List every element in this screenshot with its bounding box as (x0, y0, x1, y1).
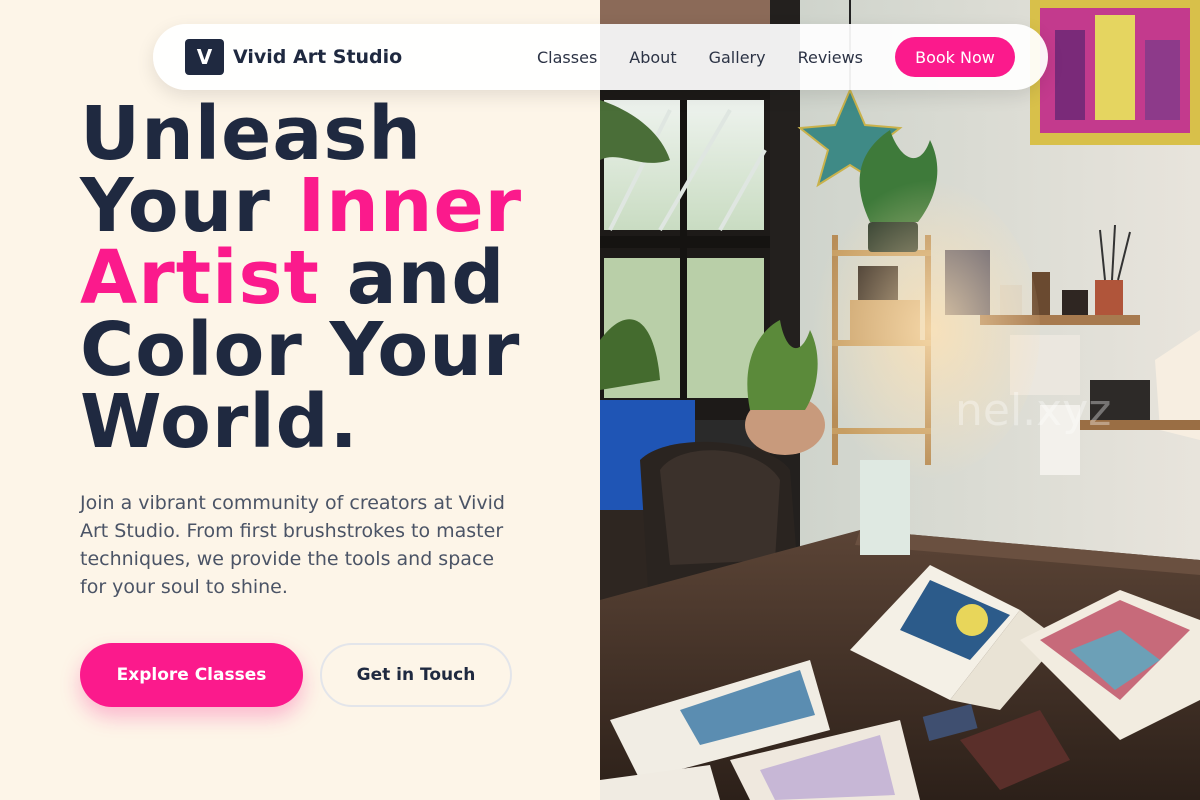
get-in-touch-button[interactable]: Get in Touch (320, 643, 512, 707)
photo-watermark: nel.xyz (955, 385, 1111, 436)
nav-link-gallery[interactable]: Gallery (709, 48, 766, 67)
nav-link-reviews[interactable]: Reviews (798, 48, 863, 67)
brand-name: Vivid Art Studio (233, 46, 403, 68)
book-now-button[interactable]: Book Now (895, 37, 1015, 77)
hero-subtitle: Join a vibrant community of creators at … (80, 492, 505, 598)
brand[interactable]: V Vivid Art Studio (185, 39, 402, 75)
nav-link-classes[interactable]: Classes (537, 48, 597, 67)
hero-section: Unleash Your Inner Artist and Color Your… (80, 97, 580, 707)
headline-line-5: World. (80, 379, 359, 465)
nav-link-about[interactable]: About (629, 48, 676, 67)
studio-scene-illustration: nel.xyz (600, 0, 1200, 800)
hero-photo-art-studio: nel.xyz (600, 0, 1200, 800)
top-navbar: V Vivid Art Studio Classes About Gallery… (153, 24, 1048, 90)
brand-logo-icon: V (185, 39, 224, 75)
explore-classes-button[interactable]: Explore Classes (80, 643, 303, 707)
nav-links: Classes About Gallery Reviews (537, 48, 863, 67)
hero-headline: Unleash Your Inner Artist and Color Your… (80, 97, 580, 459)
cta-row: Explore Classes Get in Touch (80, 643, 580, 707)
